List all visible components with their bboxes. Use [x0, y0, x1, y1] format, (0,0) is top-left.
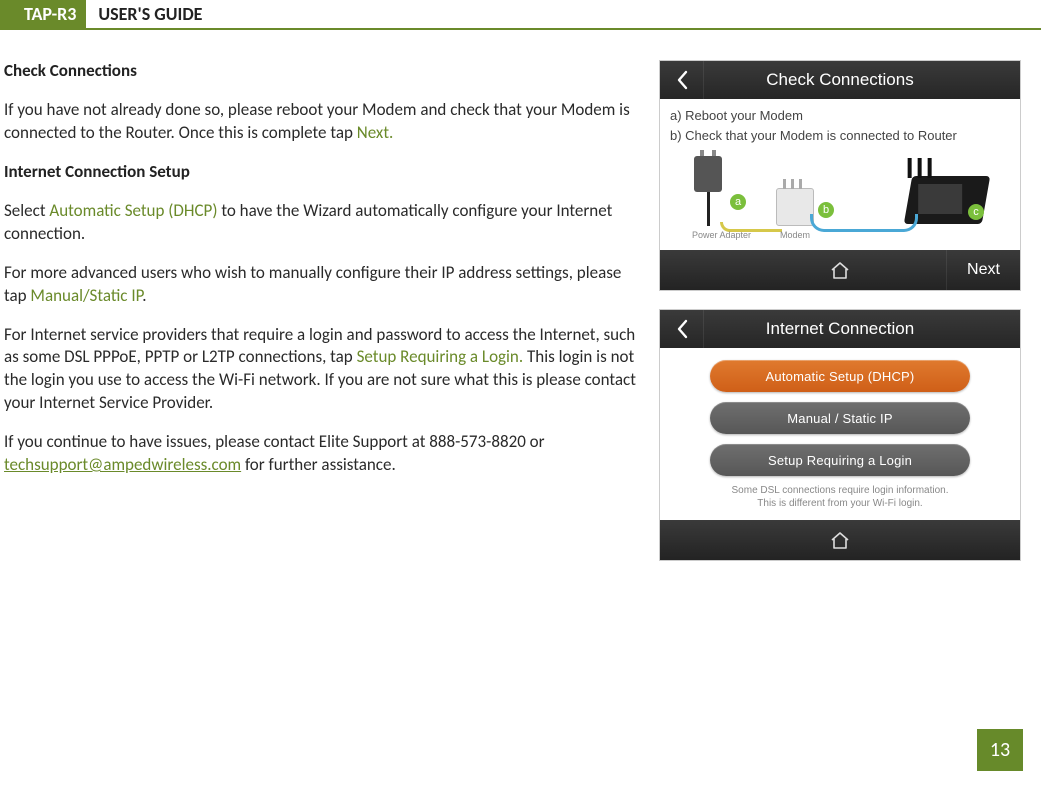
power-cord: [707, 192, 710, 226]
screenshot-check-connections: Check Connections a) Reboot your Modem b…: [659, 60, 1021, 291]
text: .: [142, 285, 146, 306]
text: If you have not already done so, please …: [4, 99, 630, 143]
power-adapter-icon: [694, 156, 722, 192]
manual-ip-button[interactable]: Manual / Static IP: [710, 402, 970, 434]
step-marker-a: a: [730, 194, 746, 210]
content-column: Check Connections If you have not alread…: [4, 60, 641, 561]
paragraph-auto-setup: Select Automatic Setup (DHCP) to have th…: [4, 200, 641, 246]
screen-footer: [660, 520, 1020, 560]
caption-power-adapter: Power Adapter: [692, 230, 751, 240]
inline-auto-setup: Automatic Setup (DHCP): [49, 200, 217, 221]
paragraph-support: If you continue to have issues, please c…: [4, 431, 641, 477]
auto-setup-button[interactable]: Automatic Setup (DHCP): [710, 360, 970, 392]
support-email-link[interactable]: techsupport@ampedwireless.com: [4, 454, 241, 475]
home-icon: [829, 260, 851, 280]
setup-login-button[interactable]: Setup Requiring a Login: [710, 444, 970, 476]
product-model: TAP-R3: [18, 0, 86, 28]
screen-header: Check Connections: [660, 61, 1020, 99]
instruction-a: a) Reboot your Modem: [660, 99, 1020, 127]
hint-line-1: Some DSL connections require login infor…: [732, 485, 949, 496]
paragraph-manual: For more advanced users who wish to manu…: [4, 262, 641, 308]
back-button[interactable]: [660, 61, 704, 99]
step-marker-c: c: [968, 204, 984, 220]
text: If you continue to have issues, please c…: [4, 431, 545, 452]
heading-check-connections: Check Connections: [4, 60, 641, 83]
hint-line-2: This is different from your Wi-Fi login.: [757, 498, 922, 509]
next-button[interactable]: Next: [946, 250, 1020, 290]
home-button[interactable]: [829, 530, 851, 550]
home-button[interactable]: [829, 260, 851, 280]
screenshot-internet-connection: Internet Connection Automatic Setup (DHC…: [659, 309, 1021, 561]
modem-icon: [776, 188, 814, 226]
screen-body: Automatic Setup (DHCP) Manual / Static I…: [660, 348, 1020, 520]
screen-title: Internet Connection: [704, 319, 1020, 339]
header-accent: [0, 0, 18, 28]
screen-header: Internet Connection: [660, 310, 1020, 348]
instruction-b: b) Check that your Modem is connected to…: [660, 127, 1020, 147]
screen-body: a) Reboot your Modem b) Check that your …: [660, 99, 1020, 244]
home-icon: [829, 530, 851, 550]
chevron-left-icon: [675, 319, 689, 339]
step-marker-b: b: [818, 202, 834, 218]
document-header: TAP-R3 USER'S GUIDE: [0, 0, 1041, 30]
back-button[interactable]: [660, 310, 704, 348]
heading-internet-setup: Internet Connection Setup: [4, 161, 641, 184]
screen-footer: Next: [660, 250, 1020, 290]
inline-next: Next.: [357, 122, 394, 143]
paragraph-login: For Internet service providers that requ…: [4, 324, 641, 416]
inline-setup-login: Setup Requiring a Login.: [357, 346, 524, 367]
caption-modem: Modem: [780, 230, 810, 240]
hint-text: Some DSL connections require login infor…: [732, 484, 949, 510]
text: Select: [4, 200, 49, 221]
text: for further assistance.: [241, 454, 396, 475]
screenshot-column: Check Connections a) Reboot your Modem b…: [659, 60, 1021, 561]
document-title: USER'S GUIDE: [86, 0, 214, 28]
paragraph-reboot: If you have not already done so, please …: [4, 99, 641, 145]
inline-manual-ip: Manual/Static IP: [30, 285, 142, 306]
connection-diagram: a b c Power Adapter Modem: [668, 148, 1012, 244]
page-number: 13: [977, 729, 1023, 771]
chevron-left-icon: [675, 70, 689, 90]
screen-title: Check Connections: [704, 70, 1020, 90]
